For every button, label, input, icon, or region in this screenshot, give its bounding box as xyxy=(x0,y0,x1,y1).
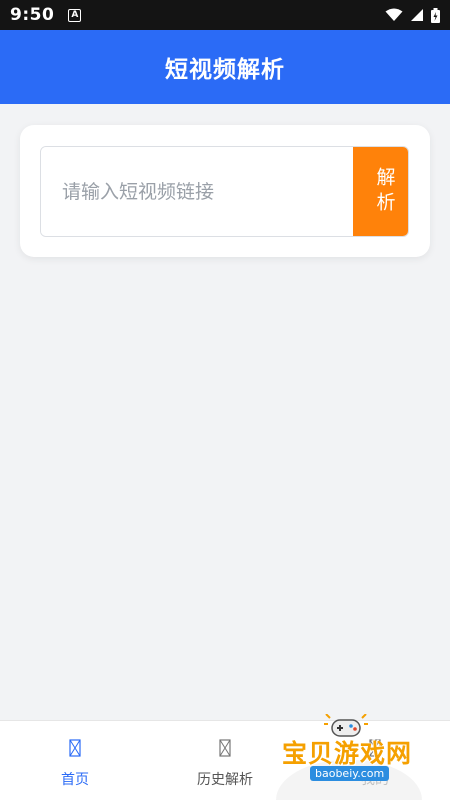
history-icon xyxy=(219,739,231,757)
bottom-tab-bar: 首页 历史解析 我的 xyxy=(0,720,450,800)
wifi-icon xyxy=(385,8,403,21)
profile-icon xyxy=(369,739,381,757)
tab-label: 我的 xyxy=(361,772,389,788)
signal-icon xyxy=(411,9,423,21)
video-link-input[interactable] xyxy=(41,147,353,236)
status-time: 9:50 xyxy=(10,5,55,25)
tab-history[interactable]: 历史解析 xyxy=(150,721,300,800)
home-icon xyxy=(69,739,81,757)
link-input-group: 解析 xyxy=(40,146,409,237)
tab-label: 首页 xyxy=(61,772,89,788)
status-bar: 9:50 A xyxy=(0,0,450,30)
battery-charging-icon xyxy=(431,7,440,23)
tab-profile[interactable]: 我的 xyxy=(300,721,450,800)
tab-label: 历史解析 xyxy=(197,772,253,788)
parse-button[interactable]: 解析 xyxy=(353,147,408,236)
notification-app-icon: A xyxy=(68,8,82,22)
tab-home[interactable]: 首页 xyxy=(0,721,150,800)
app-bar: 短视频解析 xyxy=(0,30,450,104)
status-icons xyxy=(385,7,440,23)
link-parse-card: 解析 xyxy=(20,125,430,257)
page-title: 短视频解析 xyxy=(165,57,285,83)
